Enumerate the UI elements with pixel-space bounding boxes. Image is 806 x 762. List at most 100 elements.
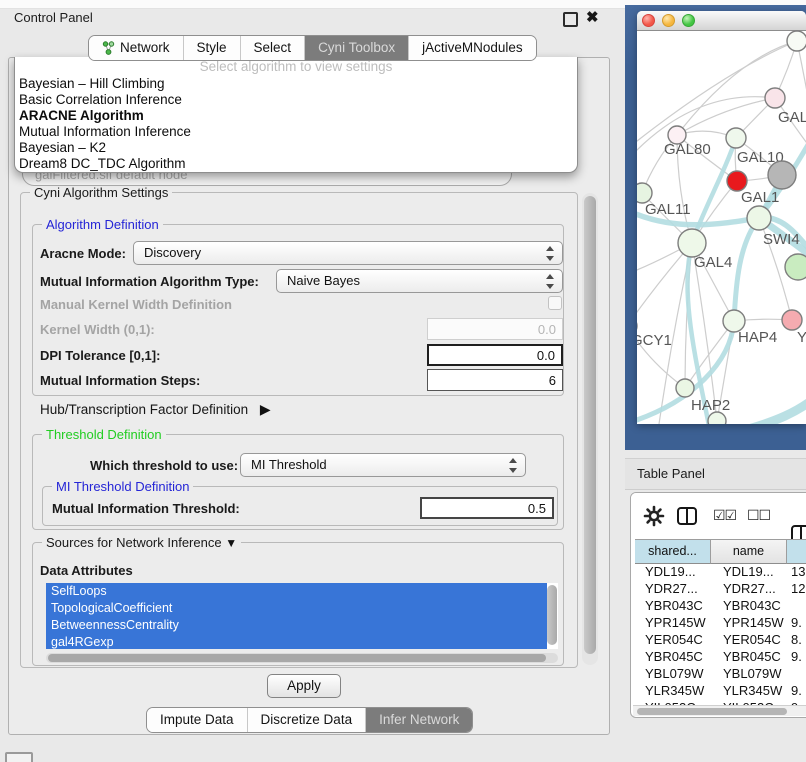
tab-cyni-toolbox[interactable]: Cyni Toolbox [304,36,408,60]
close-traffic-light-icon[interactable] [642,14,655,27]
data-attributes-label: Data Attributes [40,563,133,578]
table-cell[interactable]: YBL079W [635,665,711,682]
network-canvas[interactable]: GALGAL80GAL10GAL1GAL11SWI4GAL4GCY1HAP4YH… [637,30,806,424]
column-header-shared[interactable]: shared... [635,540,711,564]
table-cell[interactable]: YLR345W [711,682,787,699]
table-cell[interactable]: YBL079W [711,665,787,682]
unchecked-checkboxes-icon[interactable]: ☐☐ [747,507,770,524]
network-view-window: GALGAL80GAL10GAL1GAL11SWI4GAL4GCY1HAP4YH… [637,11,806,424]
float-window-icon[interactable] [563,12,578,27]
table-horizontal-scrollbar[interactable] [633,705,806,716]
algorithm-option-dream8-dc-tdc-algorithm[interactable]: Dream8 DC_TDC Algorithm [15,156,577,172]
table-cell[interactable]: YDL19... [635,563,711,580]
kernel-width-input[interactable] [427,318,563,340]
network-window-titlebar[interactable] [637,11,806,31]
table-cell[interactable]: YPR145W [711,614,787,631]
which-threshold-label: Which threshold to use: [90,458,238,473]
table-cell[interactable]: YBR043C [635,597,711,614]
split-view-icon[interactable] [677,507,697,525]
attribute-item-topologicalcoefficient[interactable]: TopologicalCoefficient [46,600,547,617]
table-panel-header: Table Panel [625,458,806,490]
close-icon[interactable]: ✖ [586,8,599,26]
right-arrow-icon: ▶ [260,401,271,418]
table-cell[interactable]: YER054C [635,631,711,648]
dock-panel-icon[interactable] [5,752,33,762]
algorithm-option-aracne-algorithm[interactable]: ARACNE Algorithm [15,108,577,124]
table-cell[interactable]: 12 [787,580,806,597]
settings-scrollbar-thumb[interactable] [584,196,596,654]
hub-definition-toggle[interactable]: Hub/Transcription Factor Definition ▶ [40,401,271,418]
network-node-gal10[interactable] [726,128,746,148]
mi-steps-input[interactable] [427,369,563,391]
table-cell[interactable]: YBR045C [711,648,787,665]
mi-type-select[interactable]: Naive Bayes [276,269,563,293]
settings-scrollbar-track[interactable] [582,193,598,665]
tab-label: Discretize Data [261,708,353,732]
table-horizontal-thumb[interactable] [637,708,787,715]
table-cell[interactable] [787,665,806,682]
table-cell[interactable]: YER054C [711,631,787,648]
network-node-gal1[interactable] [727,171,747,191]
column-header-a[interactable]: A [787,540,806,564]
network-node-swi4[interactable] [747,206,771,230]
network-node-gray-node[interactable] [768,161,796,189]
table-cell[interactable]: YDR27... [711,580,787,597]
table-cell[interactable]: YLR345W [635,682,711,699]
table-cell[interactable] [787,597,806,614]
zoom-traffic-light-icon[interactable] [682,14,695,27]
gear-icon[interactable] [643,505,665,527]
tab-style[interactable]: Style [183,36,240,60]
network-node-gal-cut[interactable] [765,88,785,108]
network-node-gal4[interactable] [678,229,706,257]
tab-impute-data[interactable]: Impute Data [147,708,247,732]
list-horizontal-thumb[interactable] [48,654,546,662]
table-cell[interactable]: 8. [787,631,806,648]
mi-threshold-label: Mutual Information Threshold: [52,501,240,516]
manual-kernel-checkbox[interactable] [548,296,562,310]
attribute-item-betweennesscentrality[interactable]: BetweennessCentrality [46,617,547,634]
aracne-mode-select[interactable]: Discovery [133,241,563,265]
network-node-node-bottom[interactable] [708,412,726,424]
table-cell[interactable]: YBR043C [711,597,787,614]
which-threshold-select[interactable]: MI Threshold [240,453,526,477]
minimize-traffic-light-icon[interactable] [662,14,675,27]
list-horizontal-scrollbar[interactable] [46,653,558,663]
table-cell[interactable]: YBR045C [635,648,711,665]
table-cell[interactable]: YDL19... [711,563,787,580]
tab-label: Infer Network [379,708,459,732]
algorithm-option-basic-correlation-inference[interactable]: Basic Correlation Inference [15,92,577,108]
hub-definition-label: Hub/Transcription Factor Definition [40,402,248,417]
algorithm-option-bayesian-k2[interactable]: Bayesian – K2 [15,140,577,156]
tab-jactivemnodules[interactable]: jActiveMNodules [408,36,536,60]
network-node-hap2[interactable] [676,379,694,397]
tab-discretize-data[interactable]: Discretize Data [247,708,366,732]
network-node-big-green[interactable] [785,254,806,280]
checked-checkboxes-icon[interactable]: ☑☑ [713,507,736,524]
dpi-tolerance-input[interactable] [427,344,563,366]
table-cell[interactable]: 9. [787,648,806,665]
attribute-item-gal4rgexp[interactable]: gal4RGexp [46,634,547,649]
algorithm-definition-title: Algorithm Definition [42,217,163,232]
table-cell[interactable]: 13 [787,563,806,580]
mi-threshold-input[interactable] [420,497,554,519]
table-row: YBR043CYBR043C [635,597,806,614]
attribute-item-selfloops[interactable]: SelfLoops [46,583,547,600]
node-label-gcy1: GCY1 [637,332,672,349]
list-vertical-scrollbar[interactable] [547,585,557,645]
column-header-name[interactable]: name [711,540,787,564]
table-cell[interactable]: 9. [787,614,806,631]
dropdown-arrows-icon [546,246,555,261]
apply-button[interactable]: Apply [267,674,341,698]
network-node-gal11[interactable] [637,183,652,203]
tab-infer-network[interactable]: Infer Network [365,708,472,732]
table-row: YPR145WYPR145W9. [635,614,806,631]
table-cell[interactable]: 9. [787,682,806,699]
table-cell[interactable]: YDR27... [635,580,711,597]
table-cell[interactable]: YPR145W [635,614,711,631]
network-node-pink-right[interactable] [782,310,802,330]
tab-select[interactable]: Select [240,36,305,60]
algorithm-option-mutual-information-inference[interactable]: Mutual Information Inference [15,124,577,140]
network-node-node-top[interactable] [787,31,806,51]
algorithm-option-bayesian-hill-climbing[interactable]: Bayesian – Hill Climbing [15,76,577,92]
tab-network[interactable]: Network [89,36,183,60]
